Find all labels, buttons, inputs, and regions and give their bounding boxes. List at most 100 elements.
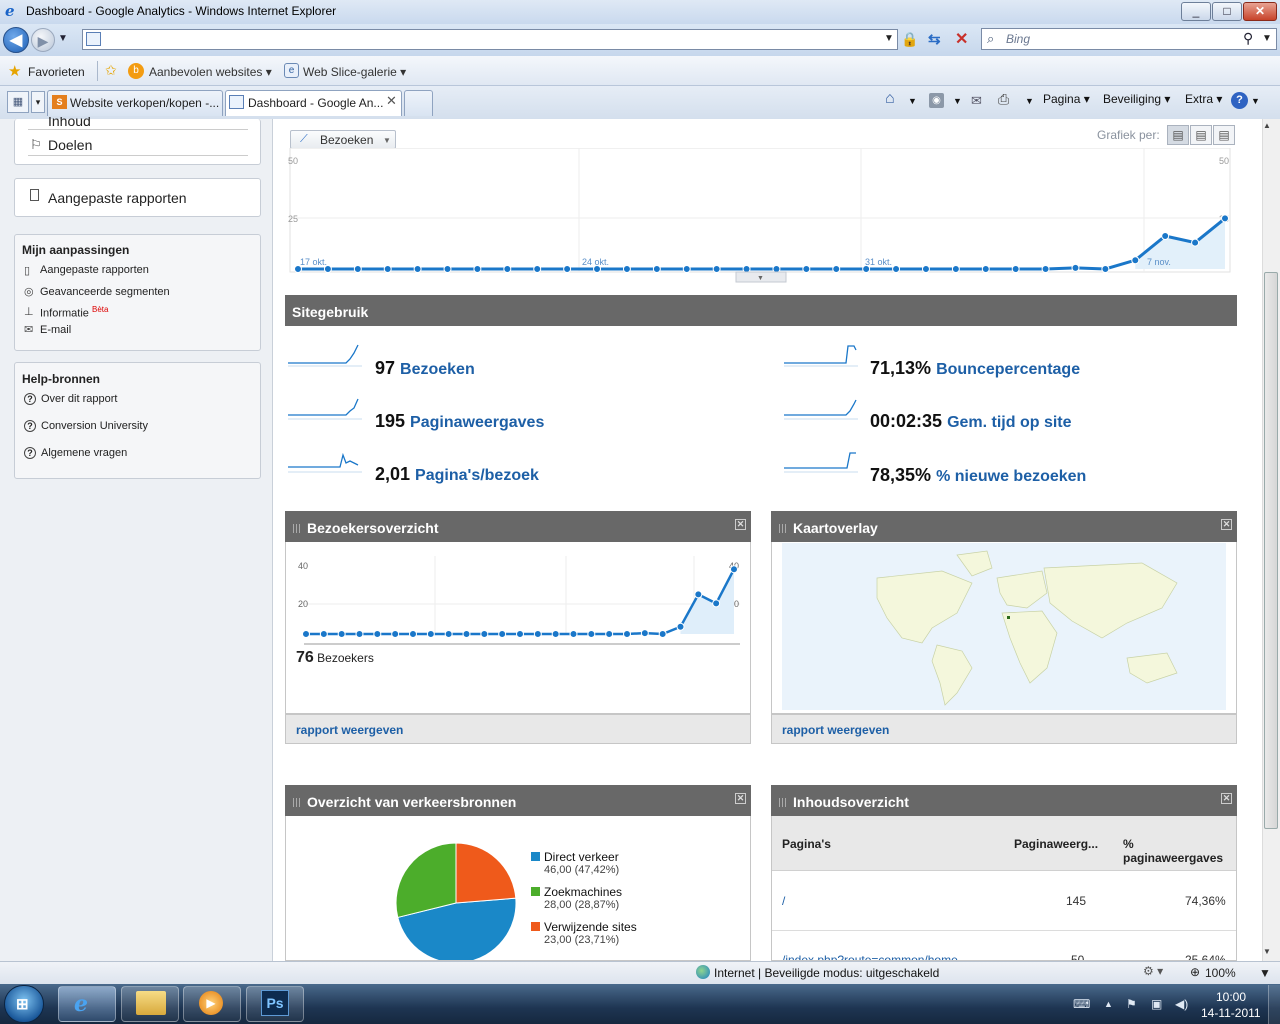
nav-item-inhoud[interactable]: Inhoud	[48, 117, 91, 126]
search-options-icon[interactable]: ▼	[1262, 33, 1272, 44]
feeds-icon[interactable]: ◉	[929, 93, 944, 108]
data-point[interactable]	[516, 630, 524, 638]
data-point[interactable]	[1101, 265, 1110, 273]
data-point[interactable]	[623, 630, 631, 638]
data-point[interactable]	[462, 630, 471, 638]
print-icon[interactable]: ⎙	[998, 91, 1009, 108]
action-center-icon[interactable]: ⚑	[1126, 997, 1137, 1011]
keyboard-icon[interactable]: ⌨	[1073, 997, 1090, 1011]
custom-reports-link[interactable]: Aangepaste rapporten	[48, 190, 187, 206]
home-dropdown-icon[interactable]: ▼	[908, 96, 917, 106]
data-point[interactable]	[413, 265, 422, 273]
column-header-pages[interactable]: Pagina's	[782, 837, 831, 851]
data-point[interactable]	[1041, 265, 1050, 273]
address-dropdown-icon[interactable]: ▼	[884, 33, 894, 44]
data-point[interactable]	[443, 265, 452, 273]
show-desktop-button[interactable]	[1268, 985, 1280, 1024]
widget-header[interactable]: Kaartoverlay ✕	[771, 511, 1237, 542]
data-point[interactable]	[802, 265, 811, 273]
mail-icon[interactable]: ✉	[971, 93, 982, 109]
data-point[interactable]	[658, 630, 667, 638]
column-header-pageviews[interactable]: Paginaweerg...	[1014, 837, 1098, 851]
close-button[interactable]: ✕	[1243, 2, 1277, 21]
address-bar[interactable]	[82, 29, 898, 50]
data-point[interactable]	[921, 265, 930, 273]
data-point[interactable]	[605, 630, 614, 638]
data-point[interactable]	[832, 265, 841, 273]
data-point[interactable]	[473, 265, 482, 273]
data-point[interactable]	[355, 630, 364, 638]
close-widget-icon[interactable]: ✕	[1221, 793, 1232, 804]
tab-dashboard[interactable]: Dashboard - Google An...	[225, 90, 402, 116]
data-point[interactable]	[1131, 256, 1140, 265]
data-point[interactable]	[353, 265, 362, 273]
back-button[interactable]: ◀	[3, 27, 29, 53]
tab-list-icon[interactable]: ▾	[31, 91, 45, 113]
data-point[interactable]	[652, 265, 661, 273]
favorites-button[interactable]: Favorieten	[28, 65, 85, 79]
advanced-segments-item[interactable]: Geavanceerde segmenten	[40, 286, 170, 298]
data-point[interactable]	[682, 265, 691, 273]
data-point[interactable]	[533, 630, 542, 638]
data-point[interactable]	[503, 265, 512, 273]
table-cell-page-link[interactable]: /index.php?route=common/home	[782, 953, 958, 960]
email-item[interactable]: E-mail	[40, 324, 71, 336]
show-hidden-icons[interactable]: ▲	[1104, 999, 1113, 1009]
data-point[interactable]	[569, 630, 578, 638]
data-point[interactable]	[772, 265, 781, 273]
data-point[interactable]	[391, 630, 400, 638]
protected-mode-icon[interactable]: ⚙ ▾	[1143, 964, 1163, 978]
feeds-dropdown-icon[interactable]: ▼	[953, 96, 962, 106]
help-dropdown-icon[interactable]: ▼	[1251, 96, 1260, 106]
data-point[interactable]	[951, 265, 960, 273]
refresh-icon[interactable]: ⇆	[928, 30, 941, 48]
data-point[interactable]	[1011, 265, 1020, 273]
data-point[interactable]	[373, 630, 382, 638]
widget-header[interactable]: Overzicht van verkeersbronnen ✕	[285, 785, 751, 816]
data-point[interactable]	[337, 630, 346, 638]
close-widget-icon[interactable]: ✕	[735, 793, 746, 804]
data-point[interactable]	[1161, 232, 1170, 240]
web-slice-link[interactable]: Web Slice-galerie ▾	[303, 65, 406, 79]
metric-avg-time[interactable]: 00:02:35 Gem. tijd op site	[870, 411, 1072, 432]
table-cell-page-link[interactable]: /	[782, 894, 785, 908]
scroll-down-icon[interactable]: ▼	[1263, 947, 1271, 956]
data-point[interactable]	[409, 630, 417, 638]
close-tab-icon[interactable]: ✕	[386, 93, 397, 109]
metric-pageviews[interactable]: 195 Paginaweergaves	[375, 411, 544, 432]
data-point[interactable]	[383, 265, 392, 273]
home-icon[interactable]: ⌂	[885, 90, 895, 108]
stop-icon[interactable]: ✕	[955, 29, 968, 49]
safety-menu[interactable]: Beveiliging ▾	[1103, 92, 1170, 106]
data-point[interactable]	[319, 630, 328, 638]
new-tab-button[interactable]	[404, 90, 433, 116]
metric-visits[interactable]: 97 Bezoeken	[375, 358, 475, 379]
search-go-icon[interactable]: ⚲	[1243, 30, 1253, 47]
column-header-pct-pageviews[interactable]: % paginaweergaves	[1123, 837, 1236, 865]
data-point[interactable]	[712, 265, 721, 273]
drag-handle-icon[interactable]	[779, 798, 788, 807]
metric-pages-per-visit[interactable]: 2,01 Pagina's/bezoek	[375, 464, 539, 485]
lock-icon[interactable]: 🔒	[901, 31, 918, 48]
data-point[interactable]	[302, 630, 310, 638]
about-report-link[interactable]: Over dit rapport	[41, 393, 117, 405]
data-point[interactable]	[640, 629, 649, 638]
metric-bounce-rate[interactable]: 71,13% Bouncepercentage	[870, 358, 1080, 379]
clock-time[interactable]: 10:00	[1216, 990, 1246, 1004]
widget-header[interactable]: Inhoudsoverzicht ✕	[771, 785, 1237, 816]
data-point[interactable]	[1221, 214, 1229, 223]
network-icon[interactable]: ▣	[1151, 997, 1162, 1011]
data-point[interactable]	[498, 630, 507, 638]
intelligence-item[interactable]: Informatie Bèta	[40, 305, 108, 320]
nav-item-doelen[interactable]: Doelen	[48, 137, 92, 153]
view-report-link[interactable]: rapport weergeven	[771, 714, 1237, 744]
tab-website-verkopen[interactable]: Website verkopen/kopen -...	[47, 90, 223, 116]
data-point[interactable]	[533, 265, 542, 273]
favorites-star-icon[interactable]: ★	[8, 62, 21, 80]
recent-pages-dropdown-icon[interactable]: ▼	[58, 33, 68, 44]
data-point[interactable]	[480, 630, 489, 638]
data-point[interactable]	[742, 265, 751, 273]
clock-date[interactable]: 14-11-2011	[1201, 1006, 1261, 1020]
data-point[interactable]	[892, 265, 901, 273]
drag-handle-icon[interactable]	[293, 524, 302, 533]
